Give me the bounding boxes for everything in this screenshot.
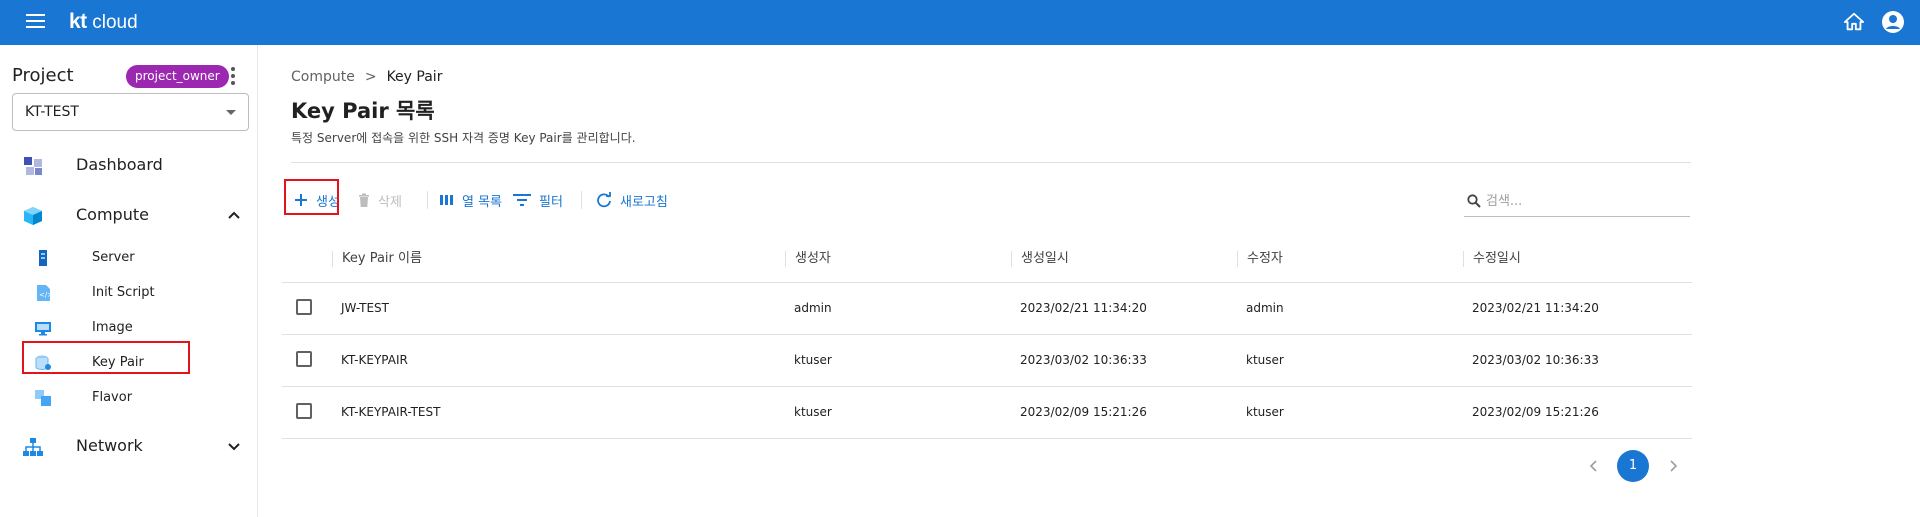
delete-button[interactable]: 삭제 — [358, 189, 402, 211]
sidebar-item-label: Compute — [76, 205, 149, 224]
page-title: Key Pair 목록 — [291, 99, 435, 123]
cell-created: 2023/03/02 10:36:33 — [1020, 353, 1147, 367]
cell-modified: 2023/02/21 11:34:20 — [1472, 301, 1599, 315]
sidebar-item-server[interactable]: Server — [4, 243, 258, 273]
breadcrumb-current: Key Pair — [386, 69, 443, 85]
project-select[interactable]: KT-TEST — [12, 93, 249, 131]
search-input[interactable] — [1486, 190, 1686, 212]
chevron-down-icon — [228, 443, 240, 451]
column-header-modifier[interactable]: 수정자 — [1237, 251, 1283, 267]
key-pair-table: Key Pair 이름 생성자 생성일시 수정자 수정일시 JW-TEST ad… — [282, 235, 1692, 439]
cell-name: JW-TEST — [341, 301, 390, 315]
search-field[interactable] — [1464, 185, 1690, 217]
cell-modifier: admin — [1246, 301, 1284, 315]
home-icon[interactable] — [1843, 11, 1865, 33]
project-select-value: KT-TEST — [25, 104, 79, 120]
more-options-icon[interactable] — [230, 67, 236, 85]
sidebar-item-label: Dashboard — [76, 155, 163, 174]
cell-modified: 2023/03/02 10:36:33 — [1472, 353, 1599, 367]
cell-name: KT-KEYPAIR — [341, 353, 408, 367]
script-file-icon: </> — [37, 285, 52, 301]
columns-button[interactable]: 열 목록 — [440, 189, 502, 211]
breadcrumb-compute[interactable]: Compute — [291, 69, 355, 85]
cell-created: 2023/02/21 11:34:20 — [1020, 301, 1147, 315]
breadcrumb-separator: > — [364, 69, 377, 85]
dashboard-icon — [24, 157, 42, 175]
cell-modified: 2023/02/09 15:21:26 — [1472, 405, 1599, 419]
search-icon — [1467, 194, 1481, 208]
sidebar-item-label: Flavor — [92, 390, 133, 405]
sidebar-item-init-script[interactable]: </> Init Script — [4, 278, 258, 308]
svg-text:</>: </> — [39, 291, 52, 299]
cell-name: KT-KEYPAIR-TEST — [341, 405, 441, 419]
column-header-modified[interactable]: 수정일시 — [1463, 251, 1521, 267]
filter-button-label: 필터 — [539, 194, 563, 210]
pagination: 1 — [258, 450, 1920, 482]
toolbar-divider — [581, 191, 582, 209]
row-checkbox[interactable] — [296, 299, 312, 315]
sidebar-item-label: Image — [92, 320, 133, 335]
cell-modifier: ktuser — [1246, 353, 1284, 367]
columns-icon — [440, 195, 453, 205]
divider — [291, 162, 1691, 163]
compute-cube-icon — [24, 207, 42, 225]
row-checkbox[interactable] — [296, 351, 312, 367]
project-label: Project — [12, 65, 74, 86]
toolbar: 생성 삭제 열 목록 필터 새로고침 — [258, 179, 1920, 217]
refresh-button[interactable]: 새로고침 — [596, 189, 668, 211]
highlight-key-pair — [22, 341, 190, 374]
table-row[interactable]: JW-TEST admin 2023/02/21 11:34:20 admin … — [282, 283, 1692, 335]
cell-created: 2023/02/09 15:21:26 — [1020, 405, 1147, 419]
columns-button-label: 열 목록 — [462, 194, 503, 210]
toolbar-divider — [427, 191, 428, 209]
cell-creator: admin — [794, 301, 832, 315]
chevron-right-icon[interactable] — [1663, 456, 1683, 476]
monitor-icon — [35, 322, 51, 336]
refresh-icon — [597, 192, 611, 208]
flavor-icon — [35, 390, 51, 406]
sidebar: Project project_owner KT-TEST Dashboard … — [4, 45, 258, 517]
page-number[interactable]: 1 — [1617, 450, 1649, 482]
breadcrumb: Compute > Key Pair — [291, 69, 442, 85]
cell-modifier: ktuser — [1246, 405, 1284, 419]
sidebar-item-image[interactable]: Image — [4, 313, 258, 343]
column-header-created[interactable]: 생성일시 — [1011, 251, 1069, 267]
sidebar-item-label: Server — [92, 250, 135, 265]
server-icon — [39, 250, 47, 266]
sidebar-item-compute[interactable]: Compute — [4, 195, 258, 235]
chevron-up-icon — [228, 211, 240, 219]
kt-cloud-logo[interactable]: kt cloud — [69, 9, 138, 36]
menu-icon[interactable] — [26, 14, 45, 29]
cell-creator: ktuser — [794, 353, 832, 367]
table-row[interactable]: KT-KEYPAIR-TEST ktuser 2023/02/09 15:21:… — [282, 387, 1692, 439]
page-description: 특정 Server에 접속을 위한 SSH 자격 증명 Key Pair를 관리… — [291, 131, 636, 145]
network-icon — [23, 438, 43, 456]
account-icon[interactable] — [1881, 10, 1905, 34]
filter-button[interactable]: 필터 — [513, 189, 563, 211]
column-header-creator[interactable]: 생성자 — [785, 251, 831, 267]
table-header: Key Pair 이름 생성자 생성일시 수정자 수정일시 — [282, 235, 1692, 283]
sidebar-item-flavor[interactable]: Flavor — [4, 383, 258, 413]
column-header-name[interactable]: Key Pair 이름 — [332, 251, 422, 267]
table-row[interactable]: KT-KEYPAIR ktuser 2023/03/02 10:36:33 kt… — [282, 335, 1692, 387]
sidebar-item-label: Network — [76, 436, 143, 455]
cell-creator: ktuser — [794, 405, 832, 419]
dropdown-caret-icon — [226, 110, 236, 115]
filter-icon — [513, 194, 531, 206]
highlight-create — [284, 179, 339, 215]
refresh-button-label: 새로고침 — [620, 194, 668, 210]
top-app-bar: kt cloud — [0, 0, 1920, 45]
main-content: Compute > Key Pair Key Pair 목록 특정 Server에 … — [258, 45, 1920, 517]
sidebar-item-label: Init Script — [92, 285, 155, 300]
role-badge: project_owner — [126, 65, 229, 88]
row-checkbox[interactable] — [296, 403, 312, 419]
sidebar-item-dashboard[interactable]: Dashboard — [4, 145, 258, 185]
delete-button-label: 삭제 — [378, 194, 402, 210]
sidebar-item-network[interactable]: Network — [4, 426, 258, 466]
trash-icon — [359, 193, 369, 207]
chevron-left-icon[interactable] — [1584, 456, 1604, 476]
